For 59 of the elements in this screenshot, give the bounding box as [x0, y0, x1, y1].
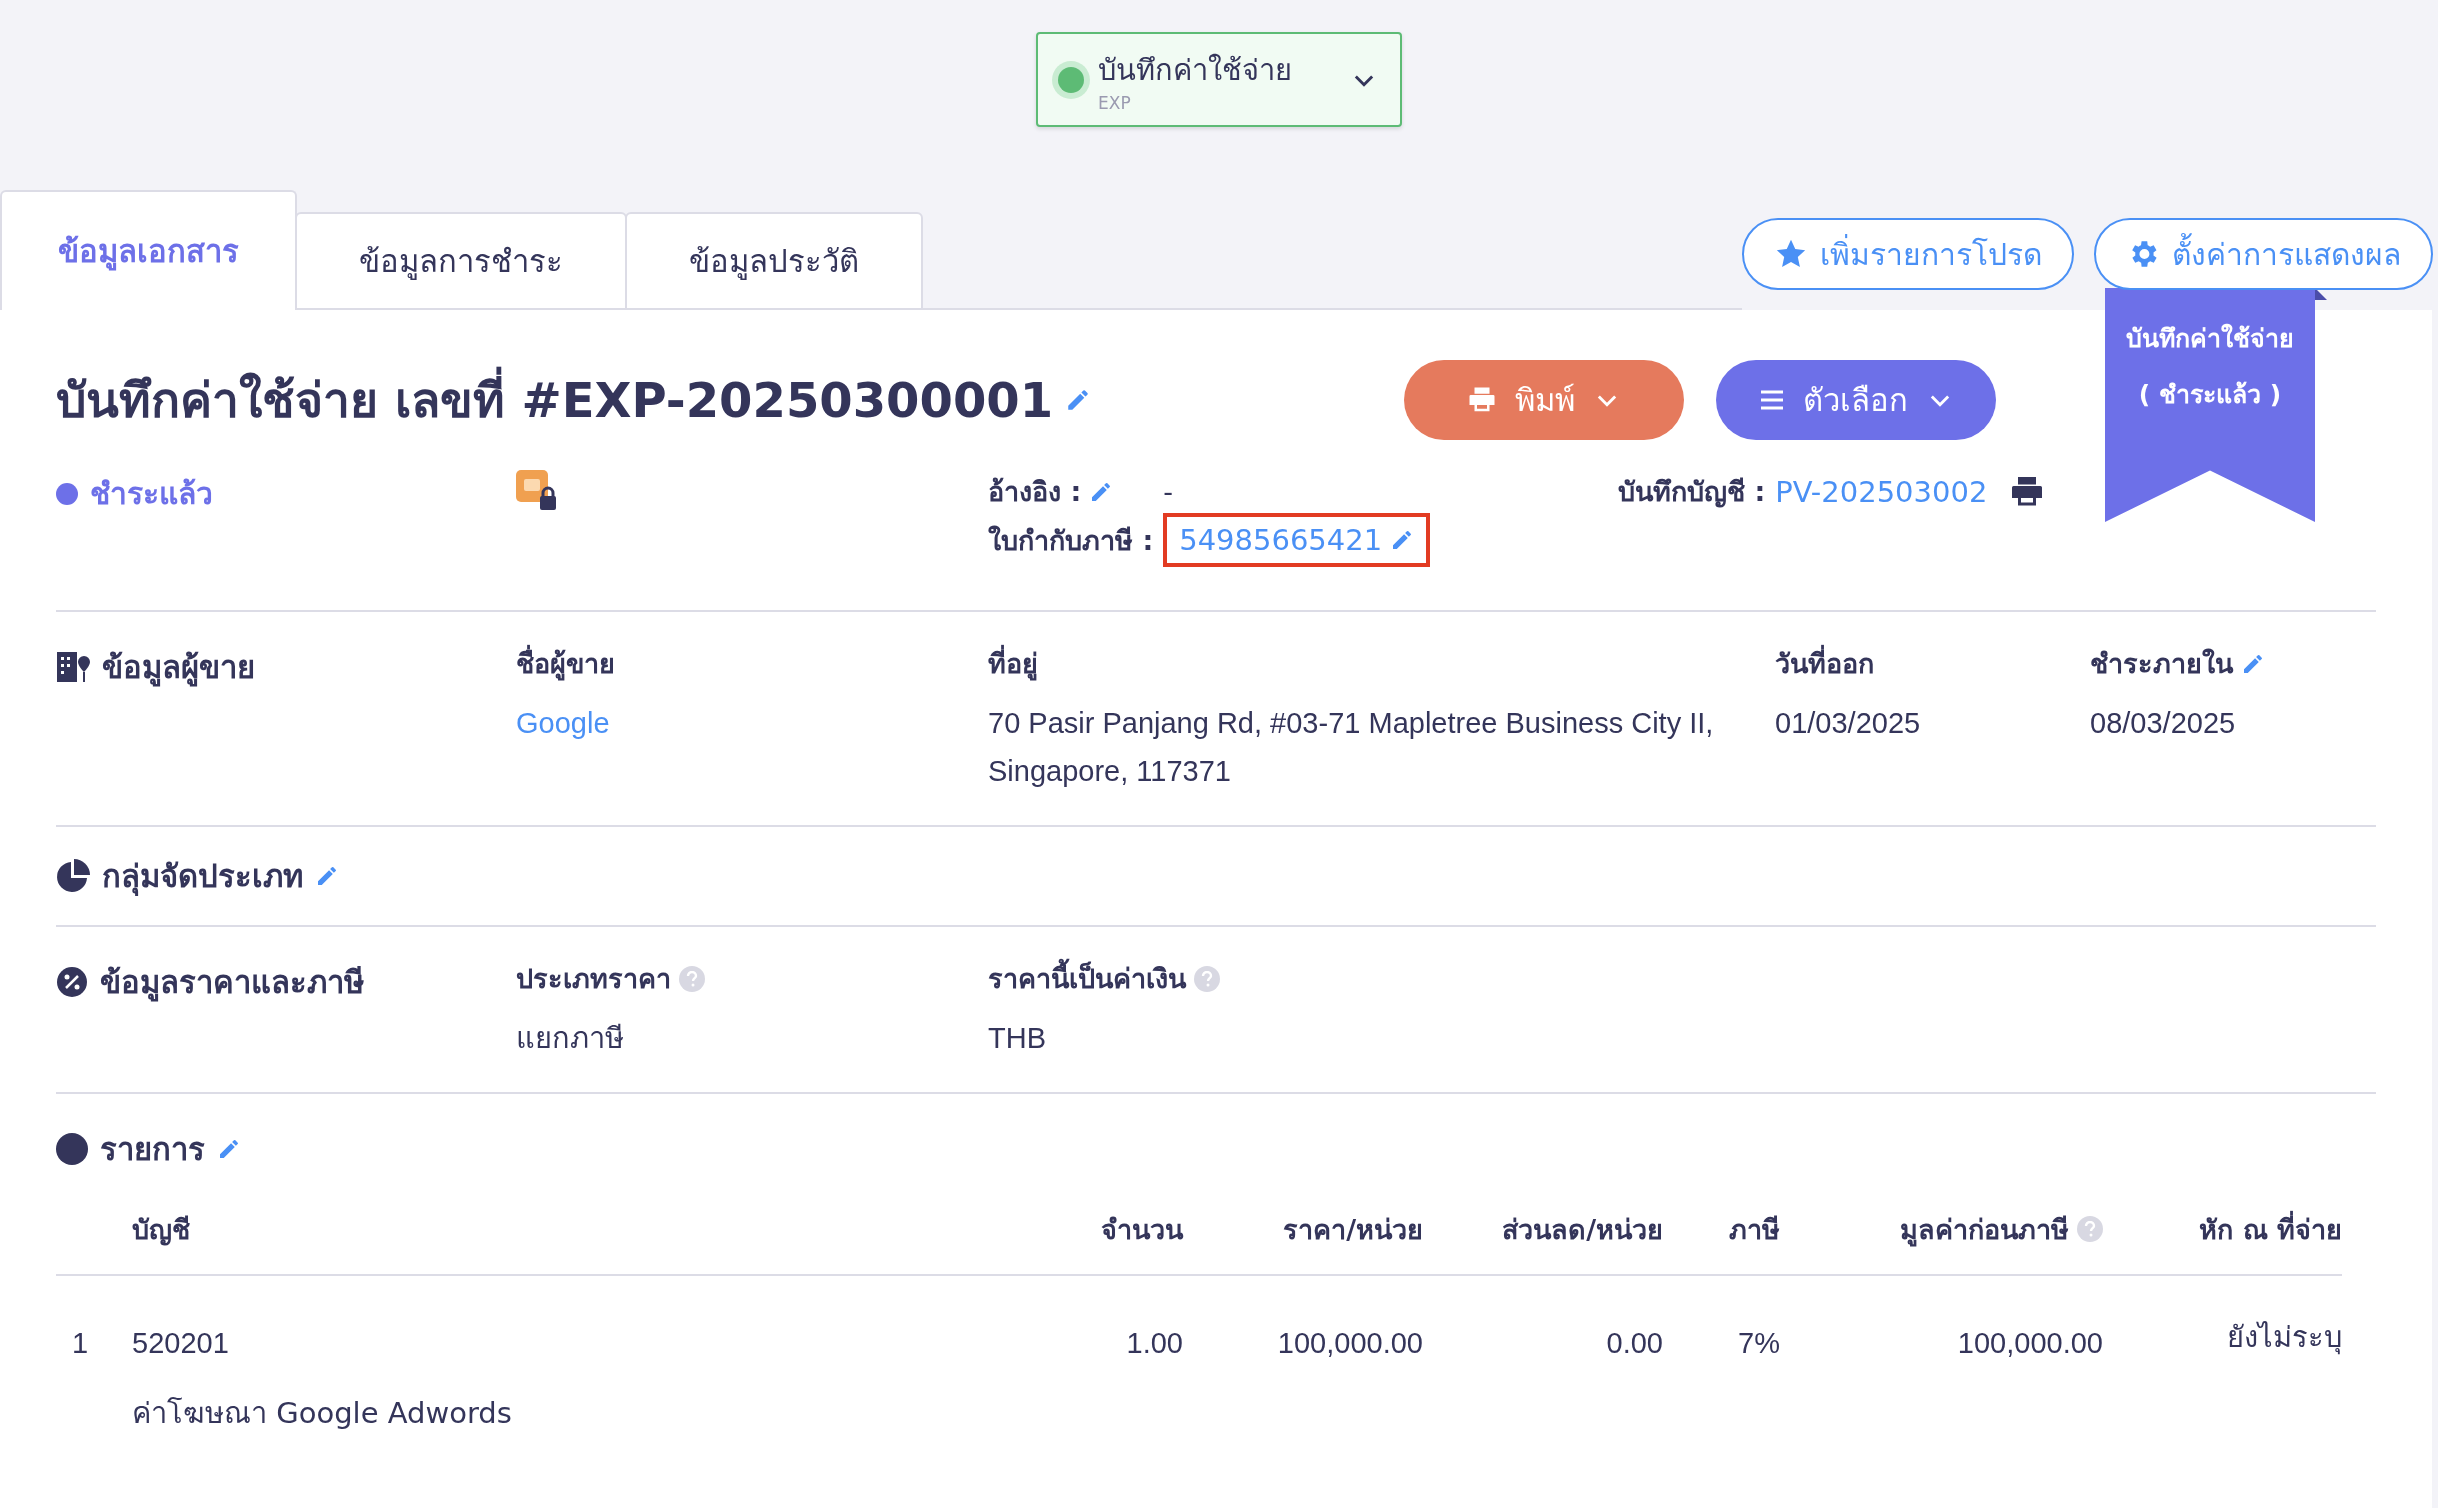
section-heading: รายการ: [100, 1124, 241, 1174]
dropdown-label: บันทึกค่าใช้จ่าย: [1098, 51, 1293, 89]
options-button[interactable]: ตัวเลือก: [1716, 360, 1996, 440]
field-value: 08/03/2025: [2090, 706, 2237, 741]
vendor-link[interactable]: Google: [516, 699, 988, 747]
tax-invoice-label: ใบกำกับภาษี :: [988, 523, 1154, 558]
ribbon-status: ( ชำระแล้ว ): [2138, 379, 2282, 411]
column-header: หัก ณ ที่จ่าย: [2103, 1184, 2342, 1276]
reference-label: อ้างอิง :: [988, 470, 1154, 513]
field-value: 70 Pasir Panjang Rd, #03-71 Mapletree Business City II, Singapore, 117371: [988, 706, 1715, 789]
pencil-icon[interactable]: [217, 1137, 241, 1161]
field-label: ที่อยู่: [988, 642, 1775, 685]
display-settings-button[interactable]: ตั้งค่าการแสดงผล: [2094, 218, 2433, 290]
field-value: THB: [988, 1021, 1047, 1056]
print-button[interactable]: พิมพ์: [1404, 360, 1684, 440]
table-cell-text: ยังไม่ระบุ: [2226, 1320, 2342, 1357]
section-heading: กลุ่มจัดประเภท: [102, 851, 339, 901]
journal-label: บันทึกบัญชี :: [1618, 475, 1766, 510]
table-cell-text: 7%: [1737, 1326, 1780, 1360]
pencil-icon[interactable]: [315, 864, 339, 888]
table-cell-text: 1.00: [1125, 1326, 1183, 1360]
field-label: ชื่อผู้ขาย: [516, 642, 988, 685]
document-title: บันทึกค่าใช้จ่าย เลขที่ #EXP-20250300001: [56, 362, 1054, 438]
percent-badge-icon: [56, 966, 88, 998]
tab[interactable]: ข้อมูลการชำระ: [295, 212, 627, 310]
tab[interactable]: ข้อมูลประวัติ: [625, 212, 923, 310]
status-label: ชำระแล้ว: [90, 475, 213, 513]
ribbon-title: บันทึกค่าใช้จ่าย: [2126, 322, 2294, 355]
menu-icon: [1758, 388, 1785, 412]
journal-link[interactable]: PV-202503002: [1775, 474, 1988, 509]
field-label: ประเภทราคา: [516, 957, 988, 1000]
table-cell-text: 0.00: [1605, 1326, 1663, 1360]
field-label: ราคานี้เป็นค่าเงิน: [988, 957, 1775, 1000]
circle-icon: [56, 1133, 88, 1165]
dropdown-code: EXP: [1098, 92, 1132, 113]
section-heading: ข้อมูลผู้ขาย: [102, 648, 255, 689]
column-header: ภาษี: [1663, 1184, 1780, 1276]
tax-invoice-link[interactable]: 54985665421: [1163, 513, 1431, 567]
column-header: ราคา/หน่วย: [1183, 1184, 1423, 1276]
table-cell-text: 100,000.00: [1276, 1326, 1423, 1360]
building-icon: [56, 650, 90, 684]
column-header: ส่วนลด/หน่วย: [1423, 1184, 1663, 1276]
add-favorite-button[interactable]: เพิ่มรายการโปรด: [1742, 218, 2074, 290]
table-cell-text: 520201: [132, 1326, 230, 1360]
column-header: บัญชี: [132, 1184, 1007, 1276]
field-label: วันที่ออก: [1775, 642, 2090, 685]
field-value: แยกภาษี: [516, 1021, 625, 1056]
field-label: ชำระภายใน: [2090, 642, 2376, 685]
column-header: มูลค่าก่อนภาษี: [1780, 1184, 2103, 1276]
pie-chart-icon: [56, 859, 90, 893]
row-number: 1: [71, 1326, 90, 1360]
table-cell-text: 100,000.00: [1956, 1326, 2103, 1360]
item-description: ค่าโฆษณา Google Adwords: [132, 1396, 512, 1430]
document-type-dropdown[interactable]: บันทึกค่าใช้จ่าย EXP: [1036, 32, 1402, 127]
section-heading: ข้อมูลราคาและภาษี: [100, 963, 364, 1004]
tab[interactable]: ข้อมูลเอกสาร: [0, 190, 297, 310]
reference-value: -: [1163, 475, 1174, 509]
column-header: จำนวน: [1007, 1184, 1183, 1276]
field-value: 01/03/2025: [1775, 706, 1922, 741]
